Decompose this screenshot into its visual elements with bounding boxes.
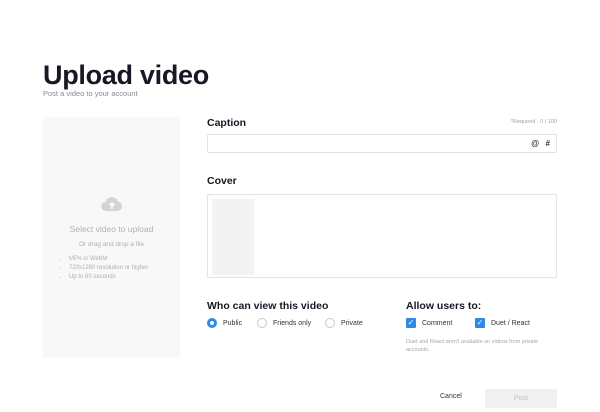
allow-note: Duet and React aren't available on video… bbox=[406, 339, 539, 353]
caption-counter: *Required · 0 / 100 bbox=[510, 119, 557, 125]
requirement-item: MP4 or WebM bbox=[69, 255, 148, 264]
page-title: Upload video bbox=[43, 60, 209, 90]
radio-label: Friends only bbox=[273, 319, 312, 327]
mention-icon[interactable]: @ bbox=[531, 139, 539, 148]
drag-drop-text: Or drag and drop a file bbox=[78, 241, 145, 248]
checkbox-checked-icon[interactable]: ✓ bbox=[406, 318, 416, 328]
checkbox-duet-react[interactable]: ✓ Duet / React bbox=[475, 318, 530, 328]
caption-label: Caption bbox=[207, 117, 247, 129]
checkbox-checked-icon[interactable]: ✓ bbox=[475, 318, 485, 328]
radio-public[interactable]: Public bbox=[207, 318, 242, 328]
page-subtitle: Post a video to your account bbox=[43, 89, 138, 98]
cover-label: Cover bbox=[207, 175, 237, 187]
radio-label: Public bbox=[223, 319, 243, 327]
hashtag-icon[interactable]: # bbox=[546, 139, 550, 148]
cover-thumbnail[interactable] bbox=[212, 199, 254, 275]
select-video-text: Select video to upload bbox=[69, 224, 154, 234]
radio-icon[interactable] bbox=[257, 318, 267, 328]
checkbox-label: Comment bbox=[422, 319, 453, 327]
checkbox-label: Duet / React bbox=[491, 319, 530, 327]
radio-icon[interactable] bbox=[325, 318, 335, 328]
cancel-button[interactable]: Cancel bbox=[440, 393, 462, 400]
radio-selected-icon[interactable] bbox=[207, 318, 217, 328]
visibility-label: Who can view this video bbox=[207, 300, 329, 312]
radio-private[interactable]: Private bbox=[325, 318, 363, 328]
cover-selector[interactable] bbox=[207, 194, 557, 278]
allow-label: Allow users to: bbox=[406, 300, 482, 312]
requirement-item: Up to 60 seconds bbox=[69, 273, 148, 282]
radio-label: Private bbox=[341, 319, 363, 327]
checkbox-comment[interactable]: ✓ Comment bbox=[406, 318, 452, 328]
requirement-item: 720x1280 resolution or higher bbox=[69, 264, 148, 273]
post-button[interactable]: Post bbox=[485, 389, 557, 408]
radio-friends-only[interactable]: Friends only bbox=[257, 318, 311, 328]
upload-dropzone[interactable]: Select video to upload Or drag and drop … bbox=[43, 117, 180, 358]
requirements-list: MP4 or WebM 720x1280 resolution or highe… bbox=[69, 255, 148, 282]
caption-input[interactable]: @ # bbox=[207, 134, 557, 153]
cloud-upload-icon bbox=[101, 197, 123, 212]
